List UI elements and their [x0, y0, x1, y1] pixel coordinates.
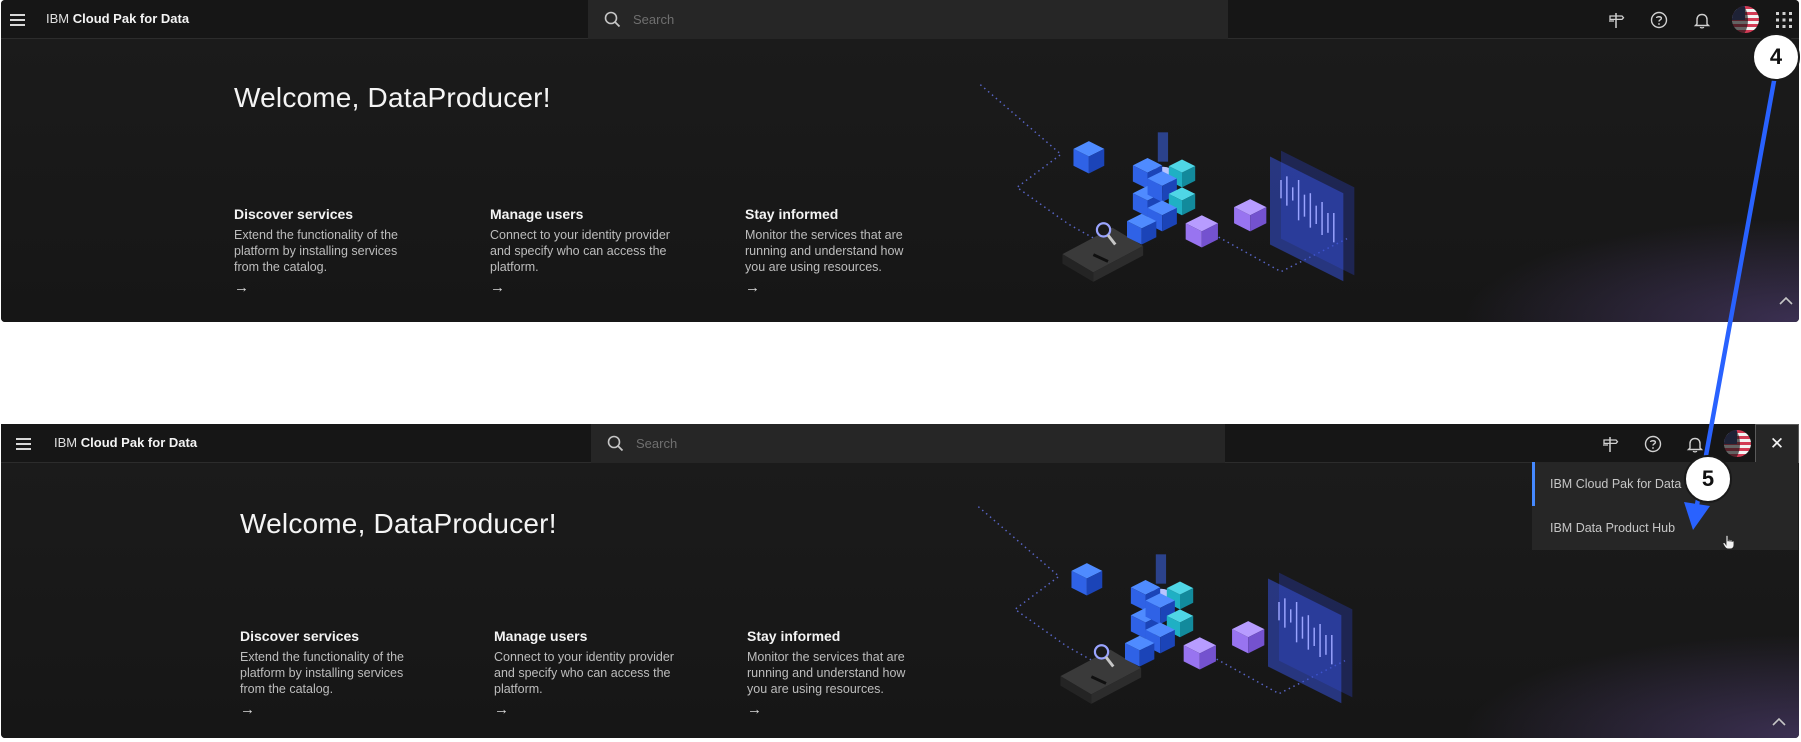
arrow-right-icon[interactable]: →: [490, 279, 505, 296]
menu-icon[interactable]: [7, 424, 39, 463]
brand[interactable]: IBM Cloud Pak for Data: [46, 11, 189, 26]
search-bar[interactable]: [588, 0, 1228, 39]
avatar[interactable]: [1732, 6, 1759, 33]
card-body: Connect to your identity provider and sp…: [494, 650, 674, 696]
card-title: Discover services: [240, 628, 360, 644]
card-stay-informed: Stay informed Monitor the services that …: [745, 206, 925, 275]
arrow-right-icon[interactable]: →: [494, 701, 509, 718]
card-title: Manage users: [494, 628, 588, 644]
help-icon[interactable]: [1633, 424, 1673, 463]
brand-prefix: IBM: [54, 435, 78, 450]
chevron-up-icon[interactable]: [1778, 293, 1794, 309]
notification-icon[interactable]: [1682, 0, 1722, 39]
card-manage-users: Manage users Connect to your identity pr…: [490, 206, 670, 275]
brand-name: Cloud Pak for Data: [72, 11, 190, 26]
top-bar: IBM Cloud Pak for Data ✕: [1, 424, 1799, 463]
signpost-icon[interactable]: [1590, 424, 1630, 463]
hero-illustration: [901, 70, 1441, 290]
menu-icon[interactable]: [1, 0, 33, 39]
screen-before: IBM Cloud Pak for Data Welcome, DataProd…: [1, 0, 1799, 322]
card-title: Stay informed: [745, 206, 839, 222]
help-icon[interactable]: [1639, 0, 1679, 39]
close-switcher-button[interactable]: ✕: [1755, 424, 1799, 463]
arrow-right-icon[interactable]: →: [747, 701, 762, 718]
search-bar[interactable]: [591, 424, 1225, 463]
card-title: Discover services: [234, 206, 354, 222]
welcome-heading: Welcome, DataProducer!: [234, 82, 551, 113]
chevron-up-icon[interactable]: [1771, 714, 1787, 730]
card-body: Extend the functionality of the platform…: [240, 650, 404, 696]
hand-cursor-icon: [1722, 534, 1735, 550]
arrow-right-icon[interactable]: →: [240, 701, 255, 718]
brand-name: Cloud Pak for Data: [80, 435, 198, 450]
search-icon: [604, 11, 621, 27]
welcome-heading: Welcome, DataProducer!: [240, 508, 557, 539]
hero-illustration: [899, 492, 1439, 712]
search-input[interactable]: [633, 12, 1113, 27]
arrow-right-icon[interactable]: →: [745, 279, 760, 296]
switcher-item-cloud-pak-for-data[interactable]: IBM Cloud Pak for Data: [1532, 462, 1798, 506]
card-body: Extend the functionality of the platform…: [234, 228, 398, 274]
card-discover-services: Discover services Extend the functionali…: [240, 628, 420, 697]
search-icon: [607, 435, 624, 451]
signpost-icon[interactable]: [1596, 0, 1636, 39]
product-switcher-menu: IBM Cloud Pak for Data IBM Data Product …: [1532, 462, 1798, 550]
card-manage-users: Manage users Connect to your identity pr…: [494, 628, 674, 697]
switcher-item-data-product-hub[interactable]: IBM Data Product Hub: [1532, 506, 1798, 550]
card-body: Connect to your identity provider and sp…: [490, 228, 670, 274]
brand[interactable]: IBM Cloud Pak for Data: [54, 435, 197, 450]
step-badge-5: 5: [1684, 455, 1732, 503]
avatar[interactable]: [1724, 430, 1751, 457]
card-body: Monitor the services that are running an…: [745, 228, 904, 274]
card-title: Manage users: [490, 206, 584, 222]
top-bar: IBM Cloud Pak for Data: [1, 0, 1799, 39]
screen-after: IBM Cloud Pak for Data ✕ Welcome, DataPr…: [1, 424, 1799, 738]
step-badge-4: 4: [1752, 33, 1800, 81]
search-input[interactable]: [636, 436, 1116, 451]
arrow-right-icon[interactable]: →: [234, 279, 249, 296]
card-discover-services: Discover services Extend the functionali…: [234, 206, 414, 275]
brand-prefix: IBM: [46, 11, 70, 26]
